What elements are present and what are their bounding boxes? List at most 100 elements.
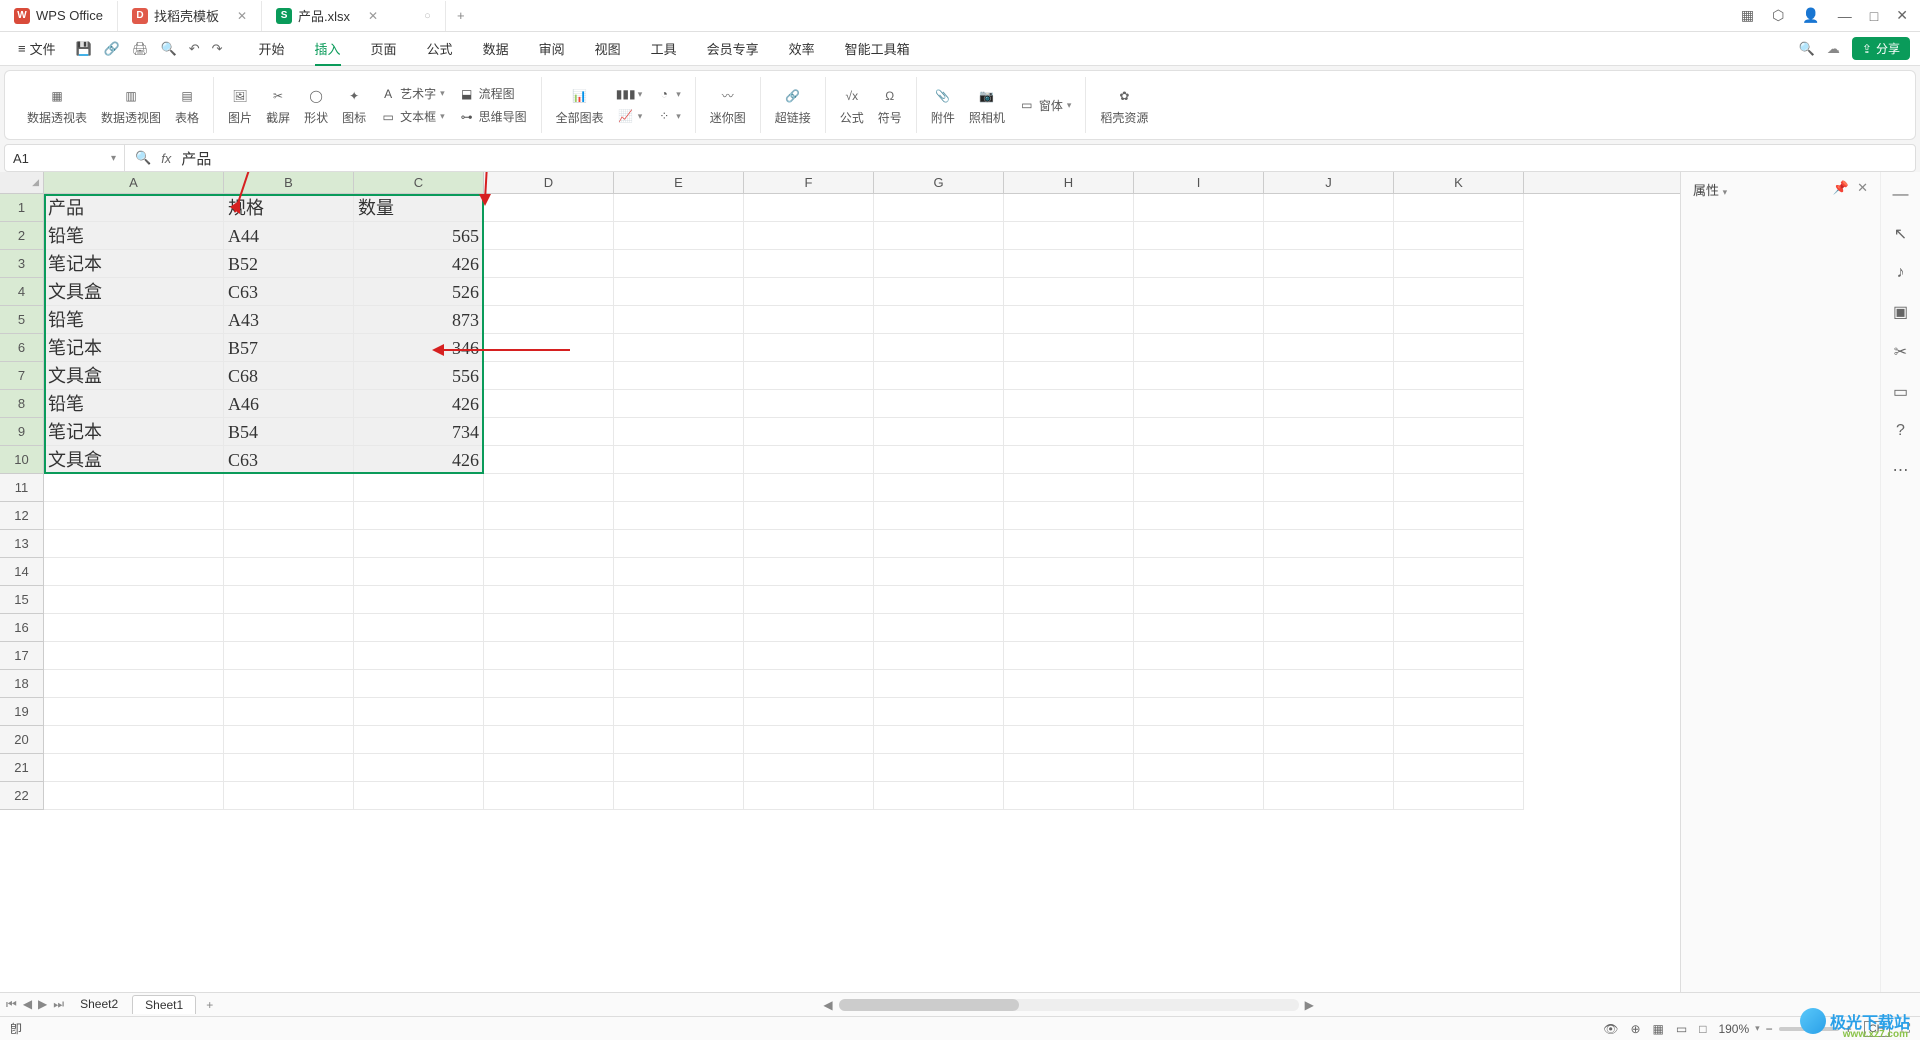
cell[interactable] <box>874 194 1004 222</box>
cell[interactable] <box>1134 726 1264 754</box>
cell[interactable]: 文具盒 <box>44 362 224 390</box>
cell[interactable] <box>744 306 874 334</box>
cell[interactable] <box>874 278 1004 306</box>
save-icon[interactable]: 💾 <box>74 39 94 59</box>
cell[interactable]: 铅笔 <box>44 222 224 250</box>
cell[interactable] <box>44 726 224 754</box>
help-icon[interactable]: ? <box>1896 422 1905 440</box>
cell[interactable] <box>874 222 1004 250</box>
add-sheet-button[interactable]: + <box>200 998 219 1012</box>
cell[interactable] <box>44 530 224 558</box>
view-eye-icon[interactable]: 👁 <box>1603 1022 1618 1036</box>
cell[interactable] <box>614 614 744 642</box>
new-tab-button[interactable]: + <box>446 8 476 23</box>
cell[interactable] <box>44 614 224 642</box>
zoom-out-icon[interactable]: − <box>1766 1022 1773 1036</box>
wordart-button[interactable]: A艺术字▾ <box>380 85 445 102</box>
cell[interactable] <box>484 474 614 502</box>
sheet-tab[interactable]: Sheet1 <box>132 995 196 1014</box>
cell[interactable] <box>614 670 744 698</box>
column-header[interactable]: A <box>44 172 224 193</box>
cell[interactable] <box>484 782 614 810</box>
preview-icon[interactable]: 🔍 <box>159 39 179 59</box>
all-charts-button[interactable]: 📊全部图表 <box>556 85 604 126</box>
cell[interactable] <box>1134 222 1264 250</box>
fx-icon[interactable]: fx <box>161 151 171 166</box>
cell[interactable] <box>224 670 354 698</box>
cell[interactable] <box>1004 670 1134 698</box>
cell[interactable] <box>1004 726 1134 754</box>
column-header[interactable]: H <box>1004 172 1134 193</box>
mindmap-button[interactable]: ⊶思维导图 <box>459 108 527 125</box>
cell[interactable] <box>1004 418 1134 446</box>
cell[interactable] <box>1004 278 1134 306</box>
cell[interactable] <box>1394 726 1524 754</box>
cell[interactable] <box>744 530 874 558</box>
cell[interactable] <box>1004 474 1134 502</box>
column-header[interactable]: D <box>484 172 614 193</box>
cell[interactable] <box>614 306 744 334</box>
view-crosshair-icon[interactable]: ⊕ <box>1630 1022 1640 1036</box>
cell[interactable] <box>484 250 614 278</box>
cell[interactable]: A44 <box>224 222 354 250</box>
cell[interactable] <box>44 474 224 502</box>
cell[interactable] <box>1134 754 1264 782</box>
present-icon[interactable]: ▭ <box>1893 382 1908 402</box>
view-pagebreak-icon[interactable]: □ <box>1699 1022 1706 1036</box>
sparkline-button[interactable]: 〰迷你图 <box>710 85 746 126</box>
cell[interactable] <box>614 390 744 418</box>
horizontal-scrollbar[interactable]: ◀ ▶ <box>223 998 1914 1012</box>
cell[interactable] <box>224 698 354 726</box>
cell[interactable] <box>1394 558 1524 586</box>
cell[interactable] <box>1394 194 1524 222</box>
menu-item[interactable]: 会员专享 <box>693 35 773 62</box>
cell[interactable] <box>484 502 614 530</box>
cell[interactable]: B54 <box>224 418 354 446</box>
cell[interactable] <box>614 530 744 558</box>
menu-item[interactable]: 数据 <box>469 35 523 62</box>
cell[interactable] <box>354 726 484 754</box>
cell[interactable] <box>744 614 874 642</box>
cell[interactable] <box>1004 614 1134 642</box>
cell[interactable] <box>354 530 484 558</box>
cell[interactable] <box>1264 502 1394 530</box>
document-tab[interactable]: S产品.xlsx✕○ <box>262 1 446 31</box>
cell[interactable] <box>1134 614 1264 642</box>
cell[interactable] <box>1134 194 1264 222</box>
cell[interactable]: 346 <box>354 334 484 362</box>
cell[interactable] <box>874 362 1004 390</box>
link-icon[interactable]: 🔗 <box>102 39 122 59</box>
column-header[interactable]: E <box>614 172 744 193</box>
cell[interactable] <box>874 530 1004 558</box>
cell[interactable] <box>614 558 744 586</box>
cell[interactable] <box>484 194 614 222</box>
cell[interactable] <box>874 390 1004 418</box>
cell[interactable] <box>1004 698 1134 726</box>
prev-sheet-icon[interactable]: ◀ <box>23 997 32 1012</box>
cell[interactable] <box>1394 362 1524 390</box>
cell[interactable]: 文具盒 <box>44 446 224 474</box>
cell[interactable] <box>484 446 614 474</box>
cell[interactable] <box>1394 586 1524 614</box>
cell[interactable] <box>874 558 1004 586</box>
cell[interactable] <box>1394 754 1524 782</box>
column-header[interactable]: C <box>354 172 484 193</box>
cell[interactable] <box>1264 362 1394 390</box>
last-sheet-icon[interactable]: ⏭ <box>53 997 64 1012</box>
cell[interactable] <box>1134 474 1264 502</box>
cell[interactable] <box>484 670 614 698</box>
cell[interactable] <box>874 334 1004 362</box>
cell[interactable] <box>224 642 354 670</box>
row-header[interactable]: 18 <box>0 670 44 698</box>
cell[interactable] <box>614 474 744 502</box>
cell[interactable] <box>1134 446 1264 474</box>
close-tab-icon[interactable]: ✕ <box>368 9 378 23</box>
tool-icon[interactable]: ✂ <box>1894 342 1907 362</box>
cell[interactable] <box>874 502 1004 530</box>
cell[interactable] <box>1394 474 1524 502</box>
cell[interactable] <box>354 642 484 670</box>
cell[interactable] <box>1264 642 1394 670</box>
docer-resource-button[interactable]: ✿稻壳资源 <box>1100 85 1148 126</box>
cell[interactable] <box>614 726 744 754</box>
cell[interactable]: A43 <box>224 306 354 334</box>
